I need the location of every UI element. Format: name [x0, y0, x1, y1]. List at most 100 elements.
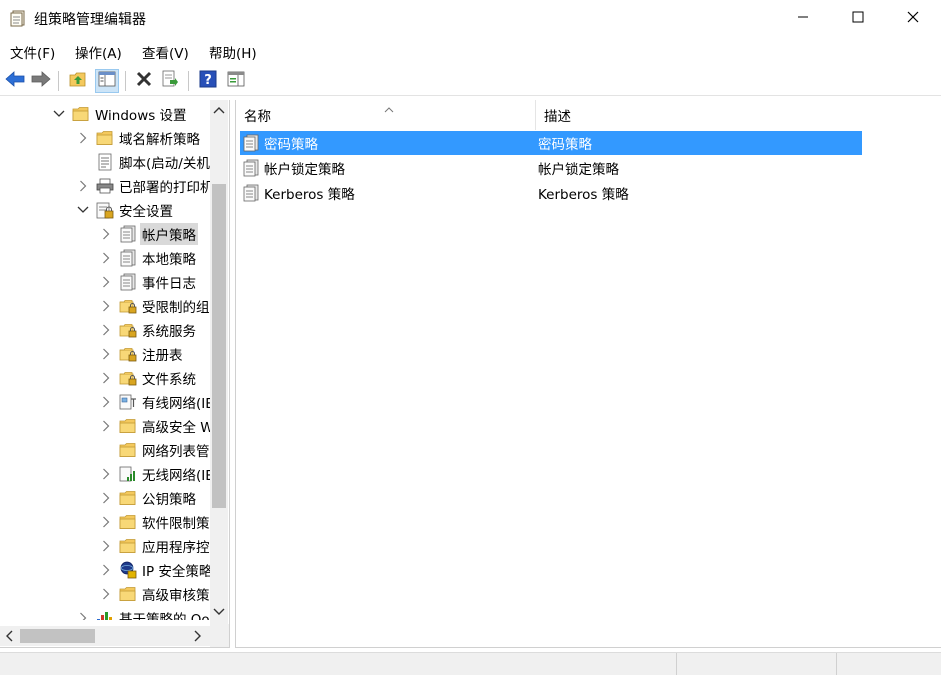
- tree-item-label: 基于策略的 QoS: [119, 612, 210, 620]
- delete-button[interactable]: [132, 69, 156, 93]
- list-item[interactable]: Kerberos 策略 Kerberos 策略: [240, 181, 862, 205]
- toolbar-separator: [125, 71, 126, 91]
- column-header-name[interactable]: 名称: [236, 100, 536, 130]
- details-list[interactable]: 名称 描述 密码策略 密码策略 帐户锁定策略 帐户锁定策略 Kerberos 策略 Ker…: [235, 100, 941, 648]
- tree-item-label: 已部署的打印机: [119, 180, 210, 196]
- scroll-right-icon[interactable]: [192, 629, 202, 647]
- tree-item[interactable]: 无线网络(IEEE 802.11)策略: [99, 462, 210, 486]
- tree-item[interactable]: 安全设置: [76, 198, 173, 222]
- tree-vertical-scrollbar[interactable]: [210, 100, 228, 624]
- chevron-right-icon[interactable]: [99, 275, 113, 289]
- security-settings-icon: [96, 201, 114, 219]
- chevron-right-icon[interactable]: [99, 323, 113, 337]
- tree-item[interactable]: IP 安全策略: [99, 558, 210, 582]
- locked-folder-icon: [119, 321, 137, 339]
- chevron-right-icon[interactable]: [99, 419, 113, 433]
- chevron-right-icon[interactable]: [99, 587, 113, 601]
- tree-item[interactable]: 域名解析策略: [76, 126, 200, 150]
- tree-item[interactable]: 系统服务: [99, 318, 196, 342]
- minimize-button[interactable]: [775, 0, 831, 34]
- chevron-down-icon[interactable]: [76, 203, 90, 217]
- chevron-right-icon[interactable]: [76, 611, 90, 620]
- chevron-right-icon[interactable]: [99, 515, 113, 529]
- tree-view: Windows 设置 域名解析策略脚本(启动/关机) 已部署的打印机安全设置 帐户策略…: [0, 100, 210, 620]
- scroll-left-icon[interactable]: [5, 629, 15, 647]
- list-item-name: Kerberos 策略: [264, 187, 355, 203]
- chevron-right-icon[interactable]: [99, 563, 113, 577]
- policy-icon: [242, 134, 260, 152]
- tree-item[interactable]: Windows 设置: [52, 102, 187, 126]
- tree-item[interactable]: 应用程序控制策略: [99, 534, 210, 558]
- scroll-down-icon[interactable]: [213, 606, 225, 621]
- maximize-button[interactable]: [830, 0, 886, 34]
- tree-horizontal-scroll-thumb[interactable]: [20, 629, 95, 643]
- tree-item[interactable]: 事件日志: [99, 270, 196, 294]
- tree-item[interactable]: 公钥策略: [99, 486, 196, 510]
- tree-item[interactable]: 受限制的组: [99, 294, 210, 318]
- tree-item[interactable]: 脚本(启动/关机): [76, 150, 210, 174]
- tree-item-label: 高级安全 Windows 防火墙: [142, 420, 210, 436]
- chevron-right-icon[interactable]: [99, 347, 113, 361]
- tree-item[interactable]: 基于策略的 QoS: [76, 606, 210, 620]
- export-list-button[interactable]: [158, 69, 182, 93]
- tree-item[interactable]: 文件系统: [99, 366, 196, 390]
- toolbar: ?: [0, 66, 941, 96]
- chevron-right-icon[interactable]: [99, 227, 113, 241]
- chevron-right-icon[interactable]: [99, 467, 113, 481]
- toolbar-separator: [188, 71, 189, 91]
- chevron-right-icon[interactable]: [99, 299, 113, 313]
- tree-item[interactable]: 已部署的打印机: [76, 174, 210, 198]
- close-button[interactable]: [885, 0, 941, 34]
- show-hide-tree-button[interactable]: [95, 69, 119, 93]
- tree-horizontal-scrollbar[interactable]: [0, 626, 210, 646]
- chevron-right-icon[interactable]: [76, 131, 90, 145]
- properties-view-button[interactable]: [224, 69, 248, 93]
- chevron-right-icon[interactable]: [99, 371, 113, 385]
- forward-button[interactable]: [29, 69, 53, 93]
- qos-chart-icon: [96, 609, 114, 620]
- chevron-right-icon[interactable]: [99, 251, 113, 265]
- tree-item-label: 脚本(启动/关机): [119, 156, 210, 172]
- tree-item-label: 事件日志: [142, 276, 196, 292]
- tree-item-label: 本地策略: [142, 252, 196, 268]
- chevron-down-icon[interactable]: [52, 107, 66, 121]
- tree-item[interactable]: 本地策略: [99, 246, 196, 270]
- column-header-name-label: 名称: [244, 109, 271, 125]
- list-item[interactable]: 密码策略 密码策略: [240, 131, 862, 155]
- policy-icon: [242, 184, 260, 202]
- up-level-button[interactable]: [66, 69, 90, 93]
- tree-item[interactable]: 高级审核策略配置: [99, 582, 210, 606]
- list-item[interactable]: 帐户锁定策略 帐户锁定策略: [240, 156, 862, 180]
- menu-view[interactable]: 查看(V): [142, 42, 189, 62]
- tree-item[interactable]: 帐户策略: [99, 222, 198, 246]
- column-header-description[interactable]: 描述: [536, 100, 941, 130]
- chevron-right-icon[interactable]: [99, 539, 113, 553]
- tree-item[interactable]: 网络列表管理器策略: [99, 438, 210, 462]
- help-icon: ?: [199, 70, 217, 92]
- chevron-right-icon[interactable]: [99, 491, 113, 505]
- folder-icon: [119, 513, 137, 531]
- console-tree[interactable]: Windows 设置 域名解析策略脚本(启动/关机) 已部署的打印机安全设置 帐户策略…: [0, 100, 230, 648]
- tree-item-label: 有线网络(IEEE 802.3)策略: [142, 396, 210, 412]
- tree-item[interactable]: 软件限制策略: [99, 510, 210, 534]
- chevron-right-icon[interactable]: [99, 395, 113, 409]
- up-folder-icon: [69, 71, 87, 91]
- tree-vertical-scroll-thumb[interactable]: [212, 184, 226, 508]
- back-button[interactable]: [3, 69, 27, 93]
- scroll-up-icon[interactable]: [213, 104, 225, 119]
- list-item-description: 密码策略: [538, 137, 592, 153]
- menu-file[interactable]: 文件(F): [10, 42, 55, 62]
- tree-item[interactable]: 高级安全 Windows 防火墙: [99, 414, 210, 438]
- menu-action[interactable]: 操作(A): [75, 42, 122, 62]
- tree-item[interactable]: 注册表: [99, 342, 183, 366]
- policy-icon: [119, 273, 137, 291]
- help-button[interactable]: ?: [196, 69, 220, 93]
- status-segment: [676, 653, 836, 675]
- tree-item-label: 注册表: [142, 348, 183, 364]
- forward-icon: [31, 71, 51, 91]
- tree-item[interactable]: 有线网络(IEEE 802.3)策略: [99, 390, 210, 414]
- list-item-description: 帐户锁定策略: [538, 162, 619, 178]
- menu-help[interactable]: 帮助(H): [209, 42, 257, 62]
- chevron-right-icon[interactable]: [76, 179, 90, 193]
- group-policy-editor-icon: [10, 9, 26, 27]
